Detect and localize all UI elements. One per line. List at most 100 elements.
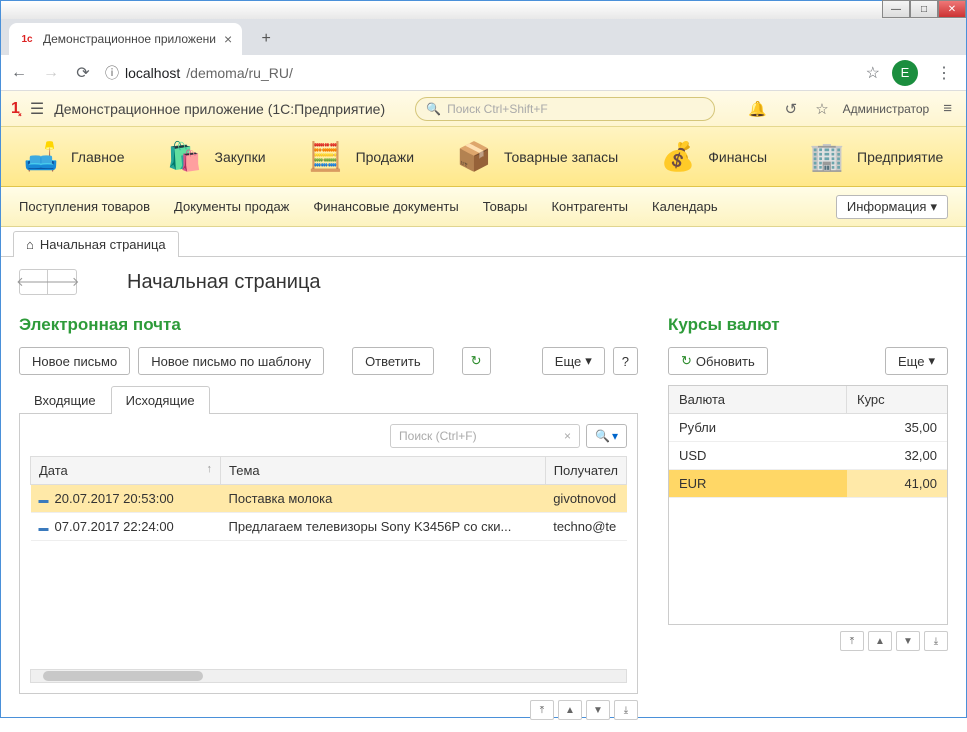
- rates-header-row: Валюта Курс: [669, 386, 947, 414]
- col-currency[interactable]: Валюта: [669, 386, 847, 413]
- section-enterprise[interactable]: 🏢Предприятие: [807, 137, 943, 177]
- cashregister-icon: 🧮: [306, 137, 346, 177]
- nav-forward-button[interactable]: 🡒: [48, 270, 76, 294]
- history-icon[interactable]: ↺: [781, 100, 802, 118]
- reply-button[interactable]: Ответить: [352, 347, 434, 375]
- nav-history: 🡐 🡒: [19, 269, 77, 295]
- new-mail-button[interactable]: Новое письмо: [19, 347, 130, 375]
- favicon-1c-icon: 1c: [19, 31, 35, 47]
- table-row[interactable]: EUR 41,00: [669, 470, 947, 498]
- maximize-button[interactable]: □: [910, 0, 938, 18]
- page-down-button[interactable]: ▼: [586, 700, 610, 720]
- page-title: Начальная страница: [127, 271, 321, 294]
- mail-row-icon: ▬: [39, 495, 49, 506]
- minimize-button[interactable]: —: [882, 0, 910, 18]
- col-rate[interactable]: Курс: [847, 386, 947, 413]
- section-panel: 🛋️Главное 🛍️Закупки 🧮Продажи 📦Товарные з…: [1, 127, 966, 187]
- table-header-row: Дата↑ Тема Получател: [31, 457, 627, 485]
- section-main[interactable]: 🛋️Главное: [21, 137, 125, 177]
- bookmark-star-icon[interactable]: ☆: [866, 63, 880, 83]
- table-row[interactable]: ▬20.07.2017 20:53:00 Поставка молока giv…: [31, 485, 627, 513]
- window-titlebar: — □ ✕: [1, 1, 966, 19]
- section-stock[interactable]: 📦Товарные запасы: [454, 137, 618, 177]
- section-sales[interactable]: 🧮Продажи: [306, 137, 414, 177]
- section-finance[interactable]: 💰Финансы: [658, 137, 767, 177]
- close-button[interactable]: ✕: [938, 0, 966, 18]
- cmd-sales-docs[interactable]: Документы продаж: [174, 199, 289, 214]
- more-rates-button[interactable]: Еще ▾: [885, 347, 948, 375]
- address-bar: ← → ⟳ ⓘ localhost/demoma/ru_RU/ ☆ Е ⋮: [1, 55, 966, 91]
- email-panel-title: Электронная почта: [19, 315, 638, 335]
- profile-avatar[interactable]: Е: [892, 60, 918, 86]
- new-mail-template-button[interactable]: Новое письмо по шаблону: [138, 347, 324, 375]
- bell-icon[interactable]: 🔔: [744, 100, 771, 118]
- table-row[interactable]: ▬07.07.2017 22:24:00 Предлагаем телевизо…: [31, 513, 627, 541]
- browser-tab-strip: 1c Демонстрационное приложени × +: [1, 19, 966, 55]
- h-scrollbar[interactable]: [30, 669, 627, 683]
- new-tab-button[interactable]: +: [252, 25, 280, 53]
- col-recipient[interactable]: Получател: [545, 457, 626, 485]
- section-purchases[interactable]: 🛍️Закупки: [165, 137, 266, 177]
- rates-panel-title: Курсы валют: [668, 315, 948, 335]
- nav-forward-icon[interactable]: →: [41, 64, 61, 82]
- page-last-button[interactable]: ⤓: [924, 631, 948, 651]
- main-menu-icon[interactable]: ☰: [30, 99, 44, 119]
- sort-asc-icon: ↑: [207, 463, 213, 475]
- table-row[interactable]: USD 32,00: [669, 442, 947, 470]
- cmd-contractors[interactable]: Контрагенты: [551, 199, 628, 214]
- global-search-input[interactable]: 🔍 Поиск Ctrl+Shift+F: [415, 97, 715, 121]
- search-icon: 🔍: [426, 102, 441, 116]
- clear-search-icon[interactable]: ×: [564, 429, 571, 443]
- coins-icon: 💰: [658, 137, 698, 177]
- reload-icon[interactable]: ⟳: [73, 63, 93, 83]
- page-tab-strip: ⌂ Начальная страница: [1, 227, 966, 257]
- page-first-button[interactable]: ⤒: [530, 700, 554, 720]
- help-button[interactable]: ?: [613, 347, 638, 375]
- info-dropdown-button[interactable]: Информация▾: [836, 195, 948, 219]
- tab-outbox[interactable]: Исходящие: [111, 386, 210, 414]
- bag-icon: 🛍️: [165, 137, 205, 177]
- page-last-button[interactable]: ⤓: [614, 700, 638, 720]
- favorite-icon[interactable]: ☆: [811, 100, 832, 118]
- page-up-button[interactable]: ▲: [868, 631, 892, 651]
- page-first-button[interactable]: ⤒: [840, 631, 864, 651]
- url-path: /demoma/ru_RU/: [186, 65, 293, 81]
- cmd-finance-docs[interactable]: Финансовые документы: [313, 199, 458, 214]
- cmd-goods[interactable]: Товары: [483, 199, 528, 214]
- cmd-receipts[interactable]: Поступления товаров: [19, 199, 150, 214]
- box-icon: 📦: [454, 137, 494, 177]
- search-icon: 🔍: [595, 429, 610, 443]
- browser-tab[interactable]: 1c Демонстрационное приложени ×: [9, 23, 242, 55]
- url-field[interactable]: ⓘ localhost/demoma/ru_RU/: [105, 63, 854, 83]
- settings-icon[interactable]: ≡: [939, 100, 956, 117]
- chrome-menu-icon[interactable]: ⋮: [930, 63, 958, 83]
- mail-search-input[interactable]: Поиск (Ctrl+F) ×: [390, 424, 580, 448]
- info-icon: ⓘ: [105, 63, 119, 83]
- refresh-rates-button[interactable]: ↻ Обновить: [668, 347, 768, 375]
- cmd-calendar[interactable]: Календарь: [652, 199, 718, 214]
- table-row[interactable]: Рубли 35,00: [669, 414, 947, 442]
- app-header: 1͓ ☰ Демонстрационное приложение (1С:Пре…: [1, 91, 966, 127]
- tab-close-icon[interactable]: ×: [224, 31, 232, 47]
- tab-title: Демонстрационное приложени: [43, 32, 216, 46]
- rates-table: Валюта Курс Рубли 35,00 USD 32,00 EUR 41…: [668, 385, 948, 625]
- nav-back-icon[interactable]: ←: [9, 64, 29, 82]
- col-date[interactable]: Дата↑: [31, 457, 221, 485]
- current-user[interactable]: Администратор: [843, 102, 930, 116]
- logo-1c-icon: 1͓: [11, 100, 20, 118]
- chevron-down-icon: ▾: [930, 199, 937, 215]
- command-bar: Поступления товаров Документы продаж Фин…: [1, 187, 966, 227]
- more-mail-button[interactable]: Еще ▾: [542, 347, 605, 375]
- tab-inbox[interactable]: Входящие: [19, 386, 111, 414]
- mail-row-icon: ▬: [39, 523, 49, 534]
- lamp-icon: 🛋️: [21, 137, 61, 177]
- page-up-button[interactable]: ▲: [558, 700, 582, 720]
- mail-search-button[interactable]: 🔍▾: [586, 424, 627, 448]
- chevron-down-icon: ▾: [585, 353, 592, 369]
- page-down-button[interactable]: ▼: [896, 631, 920, 651]
- col-subject[interactable]: Тема: [221, 457, 546, 485]
- refresh-mail-button[interactable]: ↻: [462, 347, 491, 375]
- chevron-down-icon: ▾: [928, 353, 935, 369]
- home-icon: ⌂: [26, 237, 34, 252]
- tab-start-page[interactable]: ⌂ Начальная страница: [13, 231, 179, 257]
